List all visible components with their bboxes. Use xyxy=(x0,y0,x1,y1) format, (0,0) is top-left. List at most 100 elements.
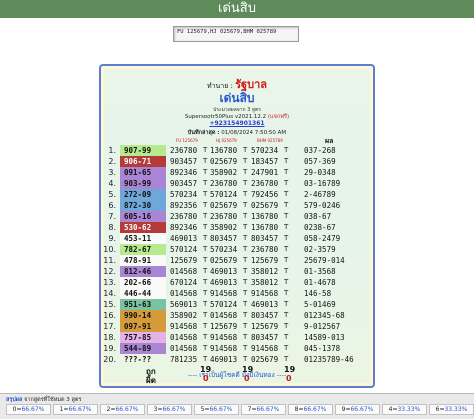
table-row: 2. 906-71 903457 T 025679 T 183457 T 057-369 xyxy=(104,156,370,167)
summary-item: 9=66.67% xyxy=(335,404,380,415)
row-cell-c3: 358012 xyxy=(251,267,279,276)
summary-item: 0=66.67% xyxy=(6,404,51,415)
table-row: 13. 202-66 670124 T 469013 T 358012 T 01-4678 xyxy=(103,277,370,288)
summary-item: 3=66.67% xyxy=(147,404,192,415)
row-number: 14. xyxy=(103,289,116,298)
row-mark: T xyxy=(203,355,208,363)
row-pair: 906-71 xyxy=(120,156,166,167)
row-cell-c1: 236780 xyxy=(170,146,198,155)
row-pair: 097-91 xyxy=(120,321,166,332)
last-record-label: บันทึกล่าสุด : xyxy=(187,130,220,136)
row-cell-c1: 892346 xyxy=(170,223,198,232)
table-row: 5. 272-09 570234 T 570124 T 792456 T 2-46789 xyxy=(104,189,370,200)
page-title-bar: เด่นสิบ xyxy=(0,0,474,18)
row-mark: T xyxy=(284,223,289,231)
phone-link[interactable]: +923154901361 xyxy=(104,120,370,127)
row-cell-c3: 792456 xyxy=(251,190,279,199)
row-cell-c1: 236780 xyxy=(170,212,198,221)
table-row: 7. 605-16 236780 T 236780 T 136780 T 038-67 xyxy=(104,211,370,222)
row-cell-c2: 014568 xyxy=(210,311,238,320)
row-mark: T xyxy=(284,322,289,330)
row-mark: T xyxy=(203,322,208,330)
row-pair: 202-66 xyxy=(120,277,166,288)
row-mark: T xyxy=(284,311,289,319)
row-cell-c3: 914568 xyxy=(251,289,279,298)
row-mark: T xyxy=(284,278,289,286)
page-title: เด่นสิบ xyxy=(218,1,256,16)
row-mark: T xyxy=(284,300,289,308)
row-result: 01-3568 xyxy=(304,267,336,276)
slogan: ---- เราเป็นผู้โชคดี มั่งมีเงินทอง ---- xyxy=(187,371,287,379)
summary-bar: สรุปผล จากสูตรที่ใช้หมด 3 สูตร 0=66.67% 1… xyxy=(0,393,474,419)
row-result: 01-4678 xyxy=(304,278,336,287)
row-cell-c1: 014568 xyxy=(170,333,198,342)
row-mark: T xyxy=(243,157,248,165)
row-result: 9-012567 xyxy=(304,322,341,331)
row-cell-c1: 358902 xyxy=(170,311,198,320)
summary-item-percent: 66.67% xyxy=(115,406,139,413)
row-pair: 903-99 xyxy=(120,178,166,189)
row-mark: T xyxy=(284,289,289,297)
row-result: 037-268 xyxy=(304,146,336,155)
row-mark: T xyxy=(284,179,289,187)
row-number: 6. xyxy=(108,201,116,210)
row-cell-c3: 136780 xyxy=(251,212,279,221)
row-number: 15. xyxy=(103,300,116,309)
row-mark: T xyxy=(284,344,289,352)
row-pair: 757-85 xyxy=(120,332,166,343)
row-mark: T xyxy=(284,157,289,165)
table-row: 8. 530-62 892346 T 358902 T 136780 T 0238-67 xyxy=(104,222,370,233)
row-cell-c1: 892356 xyxy=(170,201,198,210)
row-mark: T xyxy=(284,355,289,363)
summary-item-percent: 33.33% xyxy=(397,406,421,413)
table-row: 9. 453-11 469013 T 803457 T 803457 T 058-2479 xyxy=(104,233,370,244)
row-result: 045-1378 xyxy=(304,344,341,353)
row-cell-c1: 914568 xyxy=(170,322,198,331)
row-mark: T xyxy=(203,234,208,242)
column-header-fu: FU 125679 xyxy=(176,138,198,143)
row-result: 012345-68 xyxy=(304,311,345,320)
row-mark: T xyxy=(203,311,208,319)
row-mark: T xyxy=(203,300,208,308)
row-number: 18. xyxy=(103,333,116,342)
table-row: 16. 990-14 358902 T 014568 T 803457 T 012345-68 xyxy=(103,310,370,321)
summary-item: 6=33.33% xyxy=(429,404,474,415)
row-cell-c3: 803457 xyxy=(251,311,279,320)
prediction-panel: ทำนาย : รัฐบาล เด่นสิบ ประมวลผลจาก 3 สูต… xyxy=(99,64,375,388)
row-mark: T xyxy=(203,179,208,187)
summary-item: 8=66.67% xyxy=(288,404,333,415)
row-number: 8. xyxy=(108,223,116,232)
row-mark: T xyxy=(243,146,248,154)
row-result: 057-369 xyxy=(304,157,336,166)
summary-item-percent: 66.67% xyxy=(21,406,45,413)
row-number: 20. xyxy=(103,355,116,364)
row-mark: T xyxy=(243,355,248,363)
summary-item: 5=66.67% xyxy=(194,404,239,415)
row-pair: 272-09 xyxy=(120,189,166,200)
summary-item: 2=66.67% xyxy=(100,404,145,415)
row-cell-c2: 025679 xyxy=(210,157,238,166)
row-cell-c2: 914568 xyxy=(210,333,238,342)
row-mark: T xyxy=(203,256,208,264)
row-mark: T xyxy=(284,212,289,220)
row-cell-c3: 914568 xyxy=(251,344,279,353)
row-number: 13. xyxy=(103,278,116,287)
row-cell-c3: 469013 xyxy=(251,300,279,309)
row-mark: T xyxy=(243,289,248,297)
row-cell-c3: 025679 xyxy=(251,201,279,210)
row-result: 058-2479 xyxy=(304,234,341,243)
row-cell-c3: 125679 xyxy=(251,256,279,265)
row-result: 03-16789 xyxy=(304,179,341,188)
row-result: 01235789-46 xyxy=(304,355,354,364)
row-result: 25679-014 xyxy=(304,256,345,265)
formula-input[interactable]: FU 125679,HJ 025679,BHM 025789 xyxy=(173,26,299,42)
table-row: 12. 812-46 014568 T 469013 T 358012 T 01-3568 xyxy=(103,266,370,277)
column-header-bhm: BHM 025789 xyxy=(257,138,283,143)
row-cell-c1: 892346 xyxy=(170,168,198,177)
row-mark: T xyxy=(243,168,248,176)
row-pair: 990-14 xyxy=(120,310,166,321)
row-pair: 544-89 xyxy=(120,343,166,354)
row-mark: T xyxy=(203,267,208,275)
row-number: 11. xyxy=(103,256,116,265)
row-mark: T xyxy=(284,168,289,176)
